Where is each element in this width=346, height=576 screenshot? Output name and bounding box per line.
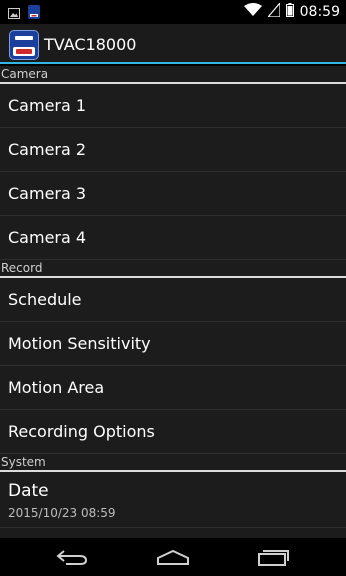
list-item-motion-area[interactable]: Motion Area [0, 366, 346, 410]
list-item-recording-options[interactable]: Recording Options [0, 410, 346, 454]
list-item-schedule[interactable]: Schedule [0, 278, 346, 322]
status-time: 08:59 [299, 3, 340, 20]
image-notification-icon [8, 4, 20, 23]
list-item-camera-1[interactable]: Camera 1 [0, 84, 346, 128]
recent-apps-icon[interactable] [254, 544, 294, 570]
list-item-date[interactable]: Date 2015/10/23 08:59 [0, 472, 346, 528]
preferences-list: Camera Camera 1 Camera 2 Camera 3 Camera… [0, 66, 346, 538]
battery-icon [285, 2, 294, 21]
section-header-system: System [0, 454, 346, 472]
section-header-camera: Camera [0, 66, 346, 84]
abus-app-icon[interactable] [9, 30, 39, 60]
app-notification-icon [28, 4, 40, 23]
list-item-camera-3[interactable]: Camera 3 [0, 172, 346, 216]
back-icon[interactable] [52, 544, 92, 570]
navigation-bar [0, 538, 346, 576]
signal-icon [266, 1, 281, 21]
list-item-motion-sensitivity[interactable]: Motion Sensitivity [0, 322, 346, 366]
list-item-camera-4[interactable]: Camera 4 [0, 216, 346, 260]
list-item-camera-2[interactable]: Camera 2 [0, 128, 346, 172]
status-bar: 08:59 [0, 0, 346, 24]
wifi-icon [243, 2, 262, 21]
date-title: Date [8, 481, 49, 501]
date-value: 2015/10/23 08:59 [8, 506, 116, 520]
home-icon[interactable] [153, 544, 193, 570]
section-header-record: Record [0, 260, 346, 278]
action-bar: TVAC18000 [0, 24, 346, 64]
app-title: TVAC18000 [44, 35, 137, 54]
